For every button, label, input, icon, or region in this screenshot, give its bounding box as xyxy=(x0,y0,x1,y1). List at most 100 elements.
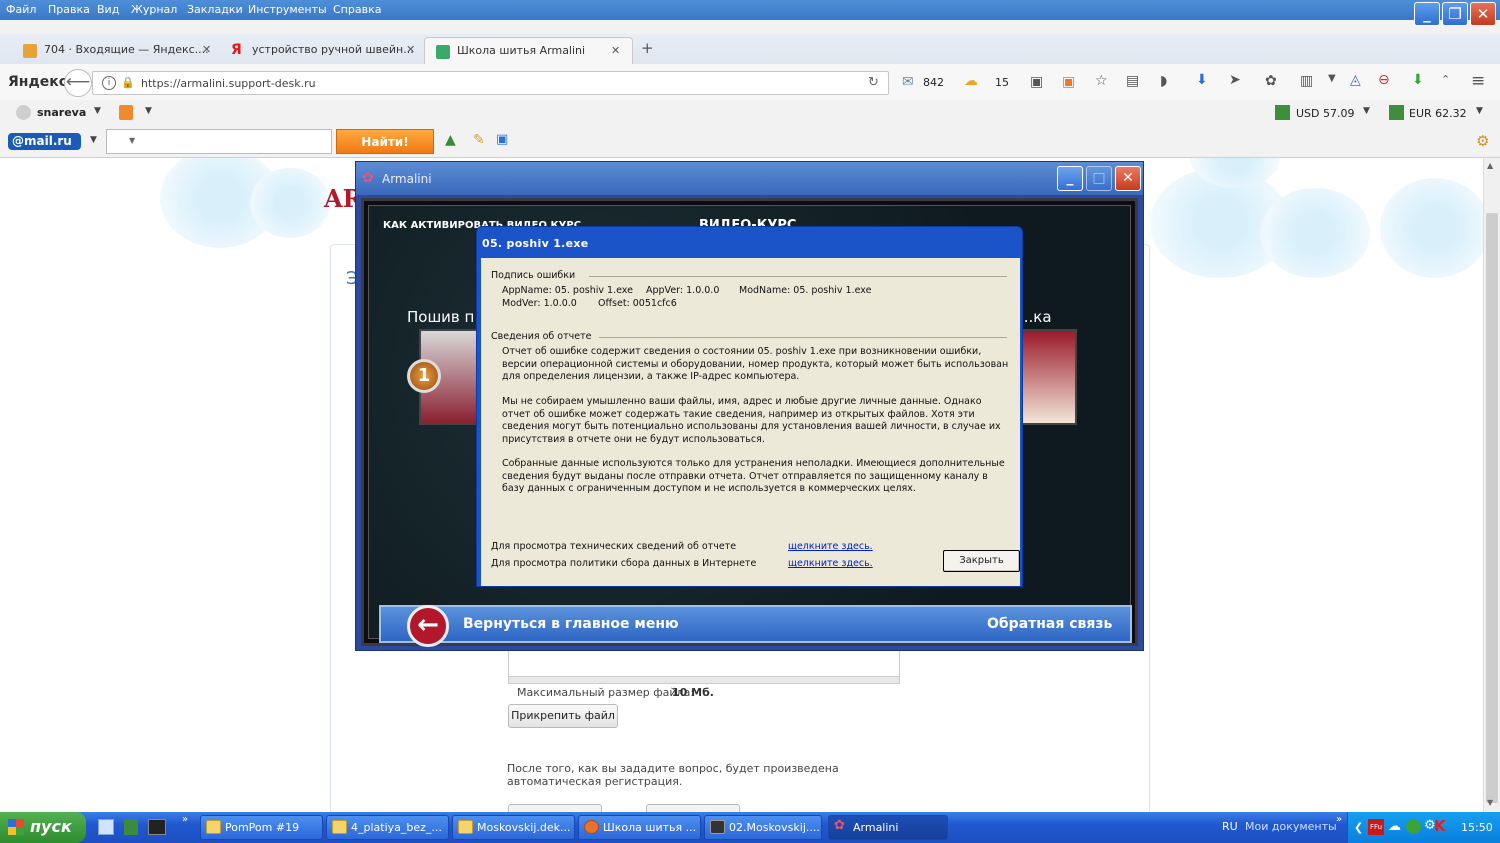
yandex-logo[interactable]: Яндекс xyxy=(8,74,67,90)
weather-temp[interactable]: 15 xyxy=(995,76,1009,89)
chevron-up-icon[interactable]: ⌃ xyxy=(1441,73,1450,86)
feedback-link[interactable]: Обратная связь xyxy=(987,616,1112,632)
menu-history[interactable]: Журнал xyxy=(131,3,177,16)
weather-icon[interactable]: ☁ xyxy=(964,73,978,89)
url-bar[interactable]: i 🔒 https://armalini.support-desk.ru ↻ xyxy=(92,71,889,95)
mail-count[interactable]: 842 xyxy=(923,76,944,89)
tray-app-icon[interactable]: FFu xyxy=(1368,819,1384,835)
page-button[interactable] xyxy=(508,804,602,812)
url-text[interactable]: https://armalini.support-desk.ru xyxy=(141,77,316,90)
scrollbar-thumb[interactable] xyxy=(1486,213,1498,803)
quicklaunch-icon[interactable] xyxy=(124,819,138,835)
pocket-icon[interactable]: ◗ xyxy=(1160,73,1167,89)
adblock-icon[interactable]: ⊖ xyxy=(1378,72,1390,88)
clock[interactable]: 15:50 xyxy=(1461,821,1493,834)
scroll-up-icon[interactable]: ▲ xyxy=(1487,161,1493,170)
task-pompom[interactable]: PomPom #19 xyxy=(200,815,323,840)
expand-icon[interactable]: » xyxy=(1336,814,1342,825)
download-manager-icon[interactable]: ⬇ xyxy=(1412,72,1424,88)
tab-yandex-search[interactable]: Я устройство ручной швейн... ✕ xyxy=(220,37,425,64)
extension-icon[interactable]: ▣ xyxy=(1030,74,1043,90)
lesson-thumbnail[interactable] xyxy=(1021,329,1077,425)
menu-view[interactable]: Вид xyxy=(97,3,119,16)
reading-list-icon[interactable]: ▤ xyxy=(1126,73,1139,89)
back-to-menu-link[interactable]: Вернуться в главное меню xyxy=(463,616,679,632)
task-armalini[interactable]: ✿ Armalini xyxy=(828,815,948,840)
tab-close-icon[interactable]: ✕ xyxy=(611,44,620,57)
chart-icon[interactable]: ▲ xyxy=(445,132,456,148)
app-close-button[interactable]: ✕ xyxy=(1115,166,1141,191)
chevron-down-icon[interactable]: ▼ xyxy=(129,136,135,145)
user-name[interactable]: snareva xyxy=(37,106,86,119)
tech-details-link[interactable]: щелкните здесь. xyxy=(788,541,873,552)
hamburger-menu-icon[interactable]: ≡ xyxy=(1471,71,1485,91)
pencil-icon[interactable]: ✎ xyxy=(473,132,485,148)
menu-file[interactable]: Файл xyxy=(6,3,36,16)
textarea-resize-handle[interactable] xyxy=(508,676,900,684)
network-icon[interactable]: ☁ xyxy=(1388,819,1401,834)
quicklaunch-icon[interactable] xyxy=(148,819,166,835)
armalini-logo-icon: ✿ xyxy=(834,818,845,833)
page-scrollbar[interactable]: ▲ ▼ xyxy=(1483,158,1500,812)
send-icon[interactable]: ➤ xyxy=(1229,72,1241,88)
close-button[interactable]: Закрыть xyxy=(943,550,1020,572)
chevron-down-icon[interactable]: ▼ xyxy=(94,106,101,116)
clipboard-icon[interactable]: ▥ xyxy=(1300,73,1313,89)
my-documents-toolbar[interactable]: Мои документы xyxy=(1245,820,1337,833)
tab-strip: 704 · Входящие — Яндекс.... ✕ Я устройст… xyxy=(0,34,1500,64)
chevron-left-icon[interactable]: ❮ xyxy=(1354,821,1363,834)
new-tab-button[interactable]: + xyxy=(641,39,654,57)
lesson-number-badge: 1 xyxy=(407,359,441,393)
screenshot-icon[interactable]: ▣ xyxy=(496,132,508,147)
task-moskovskij-dek[interactable]: Moskovskij.dek... xyxy=(452,815,575,840)
page-button[interactable] xyxy=(646,804,740,812)
language-indicator[interactable]: RU xyxy=(1222,820,1238,833)
tab-yandex-mail[interactable]: 704 · Входящие — Яндекс.... ✕ xyxy=(12,37,217,64)
vpn-icon[interactable]: ◬ xyxy=(1350,72,1361,88)
tab-armalini[interactable]: Школа шитья Armalini ✕ xyxy=(424,37,633,64)
attach-file-button[interactable]: Прикрепить файл xyxy=(508,704,618,728)
scroll-down-icon[interactable]: ▼ xyxy=(1487,798,1493,807)
extension-icon[interactable]: ✿ xyxy=(1265,73,1277,89)
maximize-button[interactable]: ❐ xyxy=(1442,2,1468,26)
star-icon[interactable]: ☆ xyxy=(1095,73,1108,89)
tray-icon[interactable] xyxy=(1406,819,1421,834)
quicklaunch-icon[interactable] xyxy=(98,819,114,835)
kaspersky-icon[interactable]: K xyxy=(1434,817,1446,835)
eur-rate[interactable]: EUR 62.32 xyxy=(1409,107,1467,120)
task-moskovskij-video[interactable]: 02.Moskovskij.... xyxy=(704,815,822,840)
mail-envelope-icon[interactable]: ✉ xyxy=(902,74,914,90)
close-window-button[interactable]: ✕ xyxy=(1470,2,1496,26)
menu-edit[interactable]: Правка xyxy=(48,3,90,16)
menu-bookmarks[interactable]: Закладки xyxy=(187,3,243,16)
tab-close-icon[interactable]: ✕ xyxy=(406,43,415,56)
tab-close-icon[interactable]: ✕ xyxy=(202,43,211,56)
extension-icon[interactable]: ▣ xyxy=(1062,74,1075,90)
chevron-down-icon[interactable]: ▼ xyxy=(145,106,152,116)
search-input[interactable]: ▼ xyxy=(106,129,332,154)
info-icon[interactable]: i xyxy=(102,76,116,90)
mailru-logo[interactable]: @mail.ru xyxy=(8,133,81,150)
start-button[interactable]: пуск xyxy=(0,812,86,843)
reload-icon[interactable]: ↻ xyxy=(868,75,879,90)
dropdown-icon[interactable]: ▼ xyxy=(1328,73,1336,84)
chevron-down-icon[interactable]: ▼ xyxy=(1363,106,1370,116)
task-platiya[interactable]: 4_platiya_bez_... xyxy=(326,815,449,840)
policy-link[interactable]: щелкните здесь. xyxy=(788,558,873,569)
menu-tools[interactable]: Инструменты xyxy=(248,3,327,16)
usd-rate[interactable]: USD 57.09 xyxy=(1296,107,1355,120)
back-button[interactable]: ⟵ xyxy=(64,69,92,97)
find-button[interactable]: Найти! xyxy=(336,129,434,154)
menu-help[interactable]: Справка xyxy=(333,3,381,16)
gear-icon[interactable]: ⚙ xyxy=(1476,132,1489,150)
minimize-button[interactable]: _ xyxy=(1414,2,1440,26)
app-minimize-button[interactable]: _ xyxy=(1057,166,1083,191)
download-icon[interactable]: ⬇ xyxy=(1196,72,1208,88)
expand-icon[interactable]: » xyxy=(182,814,188,825)
armalini-titlebar[interactable]: ✿ Armalini _ □ ✕ xyxy=(356,162,1143,195)
bookmark-icon[interactable] xyxy=(119,105,133,120)
chevron-down-icon[interactable]: ▼ xyxy=(1476,106,1483,116)
task-firefox[interactable]: Школа шитья ... xyxy=(578,815,701,840)
chevron-down-icon[interactable]: ▼ xyxy=(90,135,97,145)
back-arrow-icon[interactable]: ← xyxy=(407,605,449,647)
